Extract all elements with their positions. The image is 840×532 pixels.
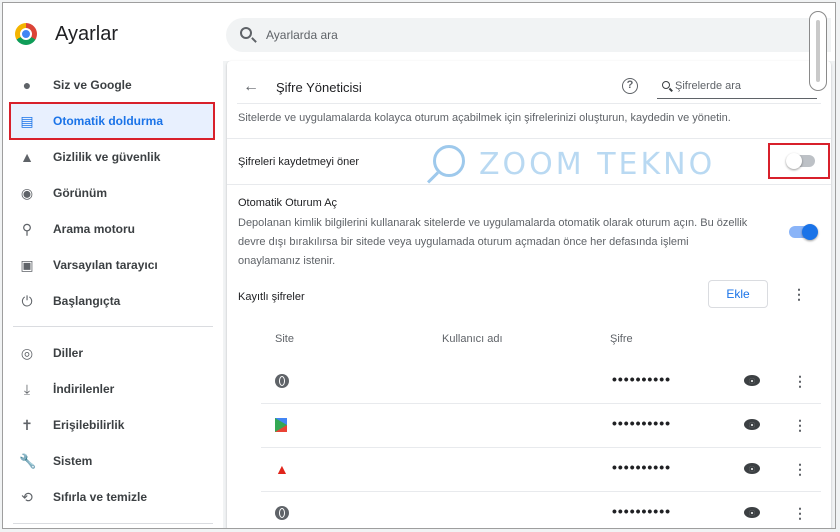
more-vert-icon[interactable]: ⋮ (792, 286, 806, 302)
more-vert-icon[interactable]: ⋮ (793, 461, 807, 477)
sidebar-item-label: İndirilenler (53, 382, 115, 396)
password-row[interactable]: •••••••••• ⋮ (227, 404, 831, 447)
eye-icon[interactable] (744, 375, 760, 386)
top-bar: Ayarlar Ayarlarda ara (3, 3, 835, 61)
search-icon (662, 81, 670, 89)
sidebar-item-label: Otomatik doldurma (53, 114, 164, 128)
search-icon (240, 27, 252, 39)
offer-to-save-label: Şifreleri kaydetmeyi öner (238, 156, 360, 168)
sidebar-item-you-and-google[interactable]: ● Siz ve Google (3, 67, 223, 103)
scrollbar-handle[interactable] (809, 11, 827, 91)
wrench-icon: 🔧 (19, 453, 37, 469)
download-icon: ⤓ (23, 381, 31, 397)
clipboard-icon: ▤ (20, 113, 34, 129)
eye-icon[interactable] (744, 463, 760, 474)
chrome-logo-icon (15, 23, 37, 45)
column-header-site: Site (275, 333, 294, 345)
divider (227, 184, 831, 185)
password-row[interactable]: •••••••••• ⋮ (227, 360, 831, 403)
sidebar-item-on-startup[interactable]: ⏻ Başlangıçta (3, 283, 223, 319)
sidebar-item-label: Varsayılan tarayıcı (53, 258, 158, 272)
password-value: •••••••••• (612, 503, 672, 519)
sidebar-item-label: Gizlilik ve güvenlik (53, 150, 161, 164)
toggle-knob (802, 224, 818, 240)
app-title: Ayarlar (55, 23, 118, 45)
sidebar-item-search-engine[interactable]: ⚲ Arama motoru (3, 211, 223, 247)
offer-to-save-toggle[interactable] (786, 153, 815, 169)
auto-sign-in-description: Depolanan kimlik bilgilerini kullanarak … (238, 217, 748, 267)
globe-icon (275, 374, 289, 388)
sidebar-item-languages[interactable]: ◎ Diller (3, 335, 223, 371)
shield-icon: ▲ (20, 149, 34, 165)
person-icon: ● (22, 77, 32, 93)
settings-window: Ayarlar Ayarlarda ara ● Siz ve Google ▤ … (2, 2, 836, 529)
play-store-icon (275, 418, 287, 432)
sidebar-item-label: Görünüm (53, 186, 107, 200)
sidebar-item-label: Arama motoru (53, 222, 136, 236)
password-search-input[interactable]: Şifrelerde ara (657, 75, 817, 99)
browser-icon: ▣ (20, 257, 34, 273)
adobe-icon: ▲ (275, 461, 289, 477)
palette-icon: ◉ (20, 185, 34, 201)
column-header-username: Kullanıcı adı (442, 333, 503, 345)
sidebar-item-default-browser[interactable]: ▣ Varsayılan tarayıcı (3, 247, 223, 283)
password-search-placeholder: Şifrelerde ara (675, 80, 742, 92)
sidebar-divider (13, 326, 213, 327)
more-vert-icon[interactable]: ⋮ (793, 373, 807, 389)
column-header-password: Şifre (610, 333, 633, 345)
more-vert-icon[interactable]: ⋮ (793, 505, 807, 521)
offer-to-save-highlight (768, 143, 830, 179)
add-password-button[interactable]: Ekle (708, 280, 768, 308)
sidebar-item-label: Başlangıçta (53, 294, 121, 308)
eye-icon[interactable] (744, 419, 760, 430)
page-title: Şifre Yöneticisi (276, 80, 362, 95)
password-value: •••••••••• (612, 459, 672, 475)
divider (237, 103, 821, 104)
more-vert-icon[interactable]: ⋮ (793, 417, 807, 433)
power-icon: ⏻ (21, 293, 33, 309)
settings-search-input[interactable]: Ayarlarda ara (226, 18, 831, 52)
eye-icon[interactable] (744, 507, 760, 518)
sidebar-item-downloads[interactable]: ⤓ İndirilenler (3, 371, 223, 407)
sidebar-item-system[interactable]: 🔧 Sistem (3, 443, 223, 479)
accessibility-icon: ✝ (21, 417, 33, 433)
auto-sign-in-toggle[interactable] (789, 224, 818, 240)
help-icon[interactable]: ? (622, 78, 638, 94)
back-arrow-icon[interactable]: ← (243, 79, 259, 95)
password-manager-card: ← Şifre Yöneticisi ? Şifrelerde ara Site… (227, 61, 831, 528)
sidebar-item-label: Sistem (53, 454, 93, 468)
sidebar-item-accessibility[interactable]: ✝ Erişilebilirlik (3, 407, 223, 443)
saved-passwords-title: Kayıtlı şifreler (238, 291, 305, 303)
sidebar-item-label: Sıfırla ve temizle (53, 490, 148, 504)
globe-icon: ◎ (20, 345, 34, 361)
sidebar-item-label: Diller (53, 346, 84, 360)
password-row[interactable]: ▲ •••••••••• ⋮ (227, 448, 831, 491)
toggle-knob (786, 153, 802, 169)
sidebar-item-label: Erişilebilirlik (53, 418, 125, 432)
auto-sign-in-title: Otomatik Oturum Aç (238, 197, 338, 209)
sidebar-item-reset[interactable]: ⟲ Sıfırla ve temizle (3, 479, 223, 515)
divider (227, 138, 831, 139)
sidebar-item-privacy[interactable]: ▲ Gizlilik ve güvenlik (3, 139, 223, 175)
sidebar-item-autofill[interactable]: ▤ Otomatik doldurma (3, 103, 223, 139)
globe-icon (275, 506, 289, 520)
description-text: Sitelerde ve uygulamalarda kolayca oturu… (238, 112, 731, 124)
sidebar-item-appearance[interactable]: ◉ Görünüm (3, 175, 223, 211)
search-icon: ⚲ (21, 221, 33, 237)
sidebar: ● Siz ve Google ▤ Otomatik doldurma ▲ Gi… (3, 61, 223, 528)
sidebar-divider (13, 523, 213, 524)
password-value: •••••••••• (612, 371, 672, 387)
sidebar-item-label: Siz ve Google (53, 78, 132, 92)
search-placeholder: Ayarlarda ara (266, 28, 338, 42)
password-row[interactable]: •••••••••• ⋮ (227, 492, 831, 528)
restore-icon: ⟲ (21, 489, 33, 505)
password-value: •••••••••• (612, 415, 672, 431)
